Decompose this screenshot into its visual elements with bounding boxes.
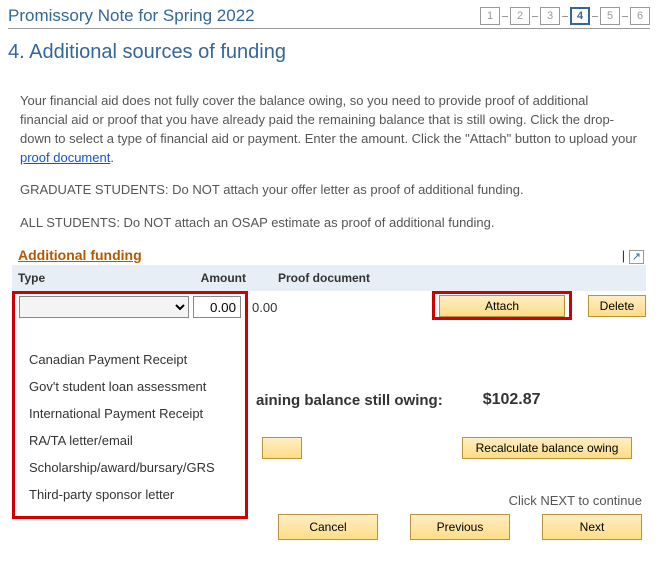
step-1[interactable]: 1 <box>480 7 500 25</box>
amount-input[interactable] <box>193 296 241 318</box>
intro-paragraph-2: GRADUATE STUDENTS: Do NOT attach your of… <box>20 181 638 200</box>
popout-icon[interactable]: ↗ <box>629 250 644 264</box>
type-select[interactable] <box>19 296 189 318</box>
dropdown-option-blank[interactable] <box>27 330 233 346</box>
balance-value: $102.87 <box>483 391 541 409</box>
attach-highlight: Attach <box>432 291 572 320</box>
amount-overflow: 0.00 <box>248 298 258 315</box>
dropdown-option[interactable]: International Payment Receipt <box>27 400 233 427</box>
dropdown-option[interactable]: RA/TA letter/email <box>27 427 233 454</box>
additional-funding-heading: Additional funding <box>18 247 142 263</box>
recalculate-button[interactable]: Recalculate balance owing <box>462 437 632 459</box>
page-title: Promissory Note for Spring 2022 <box>8 6 255 26</box>
table-header: Type Amount Proof document <box>12 265 646 291</box>
balance-label: aining balance still owing: <box>256 392 443 409</box>
delete-button[interactable]: Delete <box>588 295 646 317</box>
intro-paragraph-3: ALL STUDENTS: Do NOT attach an OSAP esti… <box>20 214 638 233</box>
balance-row: aining balance still owing: $102.87 <box>256 391 650 409</box>
intro-paragraph-1: Your financial aid does not fully cover … <box>20 92 638 167</box>
dropdown-option[interactable]: Gov't student loan assessment <box>27 373 233 400</box>
cancel-button[interactable]: Cancel <box>278 514 378 540</box>
type-dropdown-list: Canadian Payment Receipt Gov't student l… <box>19 322 241 514</box>
col-amount: Amount <box>194 265 252 291</box>
panel-actions: | ↗ <box>622 248 650 263</box>
proof-document-link[interactable]: proof document <box>20 150 110 165</box>
next-button[interactable]: Next <box>542 514 642 540</box>
dropdown-option[interactable]: Canadian Payment Receipt <box>27 346 233 373</box>
table-row: 0.00 Attach Delete <box>248 291 650 327</box>
step-indicator: 1 2 3 4 5 6 <box>480 7 650 25</box>
step-4[interactable]: 4 <box>570 7 590 25</box>
section-heading: 4. Additional sources of funding <box>8 41 650 64</box>
col-proof: Proof document <box>272 265 442 291</box>
attach-button[interactable]: Attach <box>439 295 565 317</box>
dropdown-option[interactable]: Scholarship/award/bursary/GRS <box>27 454 233 481</box>
step-6[interactable]: 6 <box>630 7 650 25</box>
type-dropdown-highlight: Canadian Payment Receipt Gov't student l… <box>12 291 248 519</box>
step-2[interactable]: 2 <box>510 7 530 25</box>
step-5[interactable]: 5 <box>600 7 620 25</box>
previous-button[interactable]: Previous <box>410 514 510 540</box>
step-3[interactable]: 3 <box>540 7 560 25</box>
col-type: Type <box>12 265 194 291</box>
add-row-button[interactable] <box>262 437 302 459</box>
dropdown-option[interactable]: Third-party sponsor letter <box>27 481 233 508</box>
